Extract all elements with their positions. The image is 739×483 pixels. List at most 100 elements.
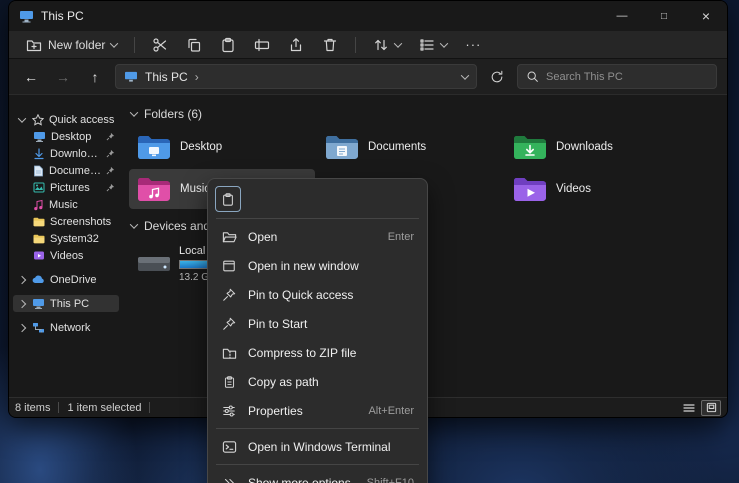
sidebar-item-pictures[interactable]: Pictures (13, 179, 119, 196)
network-icon (32, 322, 45, 334)
sidebar-item-screenshots[interactable]: Screenshots (13, 213, 119, 230)
menu-item-pin-to-start[interactable]: Pin to Start (212, 309, 423, 338)
rename-button[interactable] (247, 33, 277, 57)
menu-item-copy-as-path[interactable]: Copy as path (212, 367, 423, 396)
paste-icon (220, 37, 236, 53)
details-view-button[interactable] (679, 400, 699, 416)
copy-icon (221, 192, 235, 207)
up-button[interactable]: ↑ (83, 65, 107, 89)
zip-folder-icon (221, 346, 237, 360)
this-pc-icon (32, 298, 45, 310)
breadcrumb-chevron-icon[interactable]: › (195, 70, 199, 84)
view-icon (419, 37, 435, 53)
folder-tile-desktop[interactable]: Desktop (129, 127, 315, 167)
selected-count: 1 item selected (67, 402, 141, 414)
folder-tile-downloads[interactable]: Downloads (505, 127, 691, 167)
pin-icon (106, 166, 115, 175)
address-bar[interactable]: This PC › (115, 64, 477, 89)
new-folder-button[interactable]: New folder (19, 33, 124, 57)
documents-folder-icon (325, 134, 359, 161)
sidebar-item-onedrive[interactable]: OneDrive (13, 271, 119, 288)
refresh-button[interactable] (485, 65, 509, 89)
navigation-pane: Quick access Desktop Downloads Documents (9, 95, 121, 397)
back-button[interactable]: ← (19, 65, 43, 89)
sidebar-item-this-pc[interactable]: This PC (13, 295, 119, 312)
minimize-button[interactable]: — (601, 1, 643, 31)
copy-button[interactable] (179, 33, 209, 57)
chevron-down-icon (394, 39, 402, 47)
sort-button[interactable] (366, 33, 408, 57)
delete-button[interactable] (315, 33, 345, 57)
context-menu: Open Enter Open in new window Pin to Qui… (207, 178, 428, 483)
navigation-bar: ← → ↑ This PC › (9, 59, 727, 95)
search-input[interactable] (546, 71, 708, 83)
sidebar-item-system32[interactable]: System32 (13, 230, 119, 247)
menu-item-open[interactable]: Open Enter (212, 222, 423, 251)
pin-icon (106, 132, 115, 141)
folder-icon (33, 217, 45, 227)
titlebar[interactable]: This PC — □ × (9, 1, 727, 31)
forward-button[interactable]: → (51, 65, 75, 89)
pictures-icon (33, 182, 45, 193)
breadcrumb[interactable]: This PC (145, 70, 188, 84)
sidebar-item-music[interactable]: Music (13, 196, 119, 213)
close-button[interactable]: × (685, 1, 727, 31)
cut-button[interactable] (145, 33, 175, 57)
videos-icon (33, 250, 45, 261)
open-icon (221, 230, 237, 244)
sidebar-item-documents[interactable]: Documents (13, 162, 119, 179)
view-button[interactable] (412, 33, 454, 57)
chevron-down-icon (19, 117, 27, 123)
menu-item-properties[interactable]: Properties Alt+Enter (212, 396, 423, 425)
command-toolbar: New folder ··· (9, 31, 727, 59)
sort-icon (373, 37, 389, 53)
address-dropdown-chevron-icon[interactable] (461, 71, 469, 79)
properties-icon (221, 404, 237, 418)
folders-section-header[interactable]: Folders (6) (129, 103, 727, 125)
menu-item-open-new-window[interactable]: Open in new window (212, 251, 423, 280)
see-more-button[interactable]: ··· (458, 33, 488, 57)
paste-button[interactable] (213, 33, 243, 57)
chevron-right-icon (19, 277, 27, 283)
folder-icon (33, 234, 45, 244)
sidebar-item-desktop[interactable]: Desktop (13, 128, 119, 145)
pin-icon (221, 317, 237, 331)
quick-access-star-icon (32, 114, 44, 126)
menu-item-compress-to-zip[interactable]: Compress to ZIP file (212, 338, 423, 367)
music-icon (33, 199, 44, 211)
maximize-button[interactable]: □ (643, 1, 685, 31)
large-icons-view-button[interactable] (701, 400, 721, 416)
copy-button[interactable] (215, 186, 241, 212)
refresh-icon (490, 70, 504, 84)
copy-path-icon (221, 375, 237, 389)
search-box (517, 64, 717, 89)
chevron-right-icon (19, 301, 27, 307)
folder-tile-videos[interactable]: Videos (505, 169, 691, 209)
share-button[interactable] (281, 33, 311, 57)
chevron-right-icon (19, 325, 27, 331)
desktop-folder-icon (137, 134, 171, 161)
sidebar-item-videos[interactable]: Videos (13, 247, 119, 264)
cut-icon (152, 37, 168, 53)
large-icons-view-icon (706, 402, 717, 413)
menu-item-open-in-windows-terminal[interactable]: Open in Windows Terminal (212, 432, 423, 461)
sidebar-item-downloads[interactable]: Downloads (13, 145, 119, 162)
pin-icon (221, 288, 237, 302)
chevron-down-icon (110, 39, 118, 47)
sidebar-item-quick-access[interactable]: Quick access (13, 111, 119, 128)
desktop-wallpaper: This PC — □ × New folder (0, 0, 739, 483)
copy-icon (186, 37, 202, 53)
videos-folder-icon (513, 176, 547, 203)
downloads-folder-icon (513, 134, 547, 161)
new-folder-label: New folder (48, 38, 105, 52)
window-title: This PC (41, 9, 84, 23)
menu-item-show-more-options[interactable]: Show more options Shift+F10 (212, 468, 423, 483)
folder-tile-documents[interactable]: Documents (317, 127, 503, 167)
pin-icon (106, 149, 115, 158)
sidebar-item-network[interactable]: Network (13, 319, 119, 336)
collapse-chevron-icon (130, 220, 138, 228)
toolbar-separator (134, 37, 135, 53)
this-pc-address-icon (124, 71, 138, 83)
toolbar-separator (355, 37, 356, 53)
menu-item-pin-to-quick-access[interactable]: Pin to Quick access (212, 280, 423, 309)
